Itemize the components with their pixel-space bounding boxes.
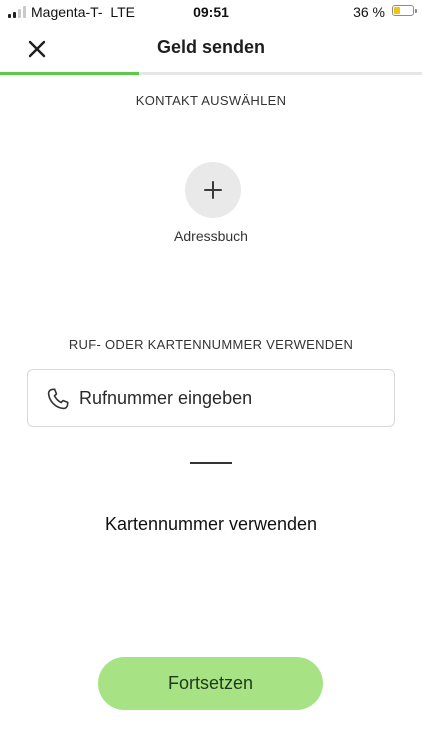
header: Geld senden [0,26,422,72]
use-card-number-link[interactable]: Kartennummer verwenden [0,514,422,535]
plus-icon [204,181,222,199]
progress-bar [0,72,422,75]
page-title: Geld senden [156,37,266,57]
status-bar: Magenta-T- LTE 09:51 36 % [0,0,422,24]
battery-fill [394,7,400,14]
number-section-heading: RUF- ODER KARTENNUMMER VERWENDEN [68,337,354,352]
address-book-label[interactable]: Adressbuch [0,228,422,244]
contact-section-heading: KONTAKT AUSWÄHLEN [135,93,287,108]
progress-bar-fill [0,72,140,75]
divider [190,462,232,464]
address-book-button[interactable] [185,162,241,218]
phone-number-field[interactable] [27,369,395,427]
phone-number-input[interactable] [79,384,379,412]
battery-icon [392,5,417,16]
continue-button[interactable]: Fortsetzen [98,657,323,710]
phone-icon [47,388,69,410]
battery-percent: 36 % [353,4,385,20]
